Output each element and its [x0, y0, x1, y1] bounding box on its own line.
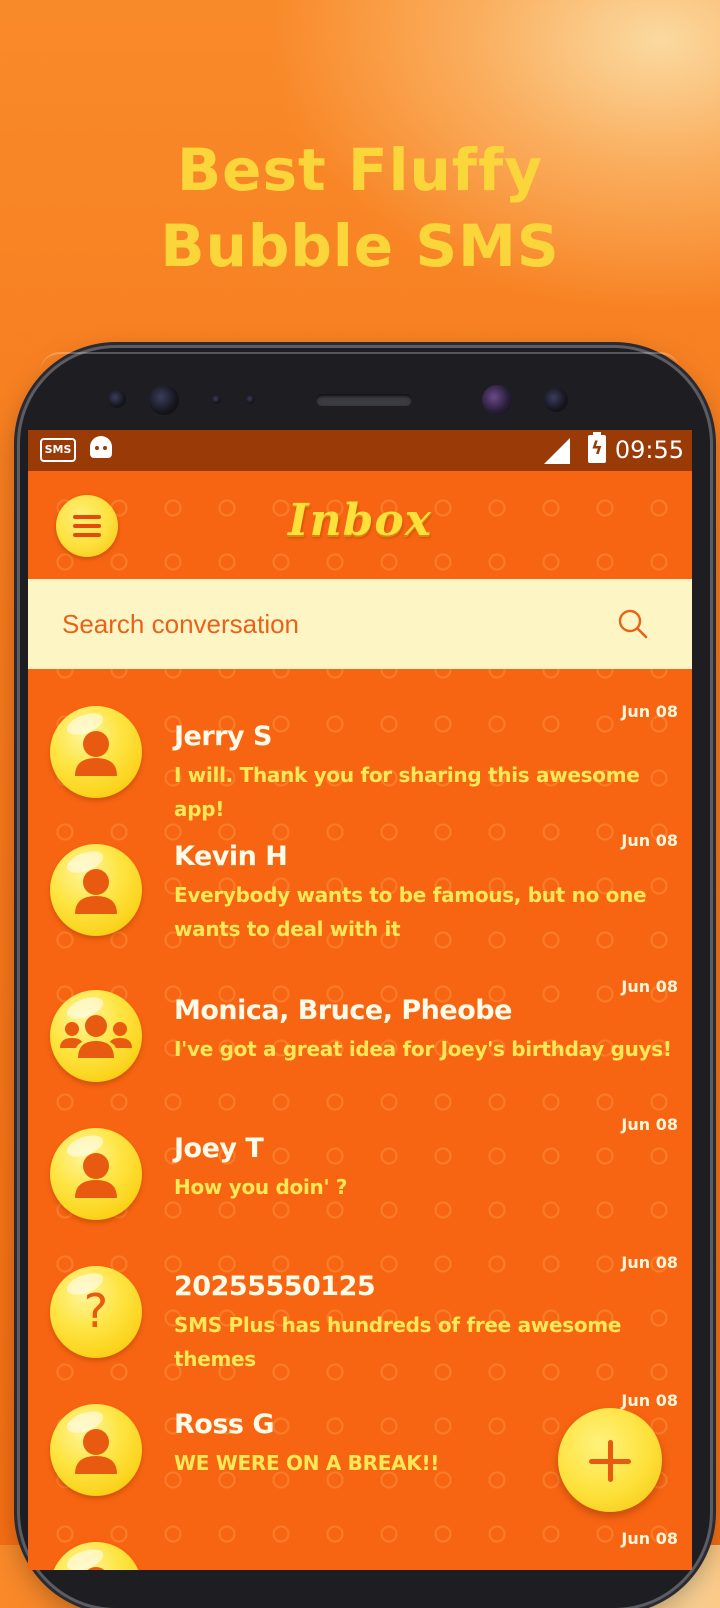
- earpiece-speaker: [316, 394, 412, 406]
- conversation-row[interactable]: Joey T How you doin' ? Jun 08: [28, 1091, 692, 1229]
- unknown-contact-icon: ?: [50, 1266, 142, 1358]
- contact-avatar-icon: [50, 1404, 142, 1496]
- search-icon[interactable]: [618, 609, 648, 639]
- conversation-row[interactable]: ? 20255550125 SMS Plus has hundreds of f…: [28, 1229, 692, 1371]
- front-camera: [149, 385, 179, 415]
- message-snippet: How you doin' ?: [174, 1175, 348, 1199]
- phone-screen: SMS ϟ 09:55 Inbox Jerry S I will. Thank …: [28, 430, 692, 1570]
- contact-name: Monica, Bruce, Pheobe: [174, 995, 512, 1026]
- promo-headline-line1: Best Fluffy: [176, 136, 544, 204]
- contact-avatar-icon: [50, 706, 142, 798]
- status-bar: SMS ϟ 09:55: [28, 430, 692, 471]
- group-avatar-icon: [50, 990, 142, 1082]
- contact-avatar-icon: [50, 1128, 142, 1220]
- sms-notification-icon: SMS: [40, 438, 76, 462]
- message-date: Jun 08: [621, 1253, 678, 1272]
- contact-name: Ross G: [174, 1409, 275, 1440]
- message-date: Jun 08: [621, 1115, 678, 1134]
- front-camera-left: [108, 390, 126, 408]
- plus-icon[interactable]: [558, 1408, 662, 1512]
- page-title: Inbox: [288, 495, 432, 546]
- contact-name: Jerry S: [174, 721, 272, 752]
- message-date: Jun 08: [621, 831, 678, 850]
- iris-scanner: [482, 385, 512, 415]
- message-snippet: SMS Plus has hundreds of free awesome th…: [174, 1313, 622, 1371]
- search-bar: [28, 579, 692, 669]
- sensor-dot: [212, 395, 221, 404]
- signal-icon: [544, 438, 570, 464]
- message-date: Jun 08: [621, 702, 678, 721]
- conversation-row[interactable]: Monica, Bruce, Pheobe I've got a great i…: [28, 953, 692, 1091]
- promo-headline-line2: Bubble SMS: [160, 212, 560, 280]
- message-snippet: Everybody wants to be famous, but no one…: [174, 883, 647, 941]
- message-date: Jun 08: [621, 977, 678, 996]
- status-time: 09:55: [614, 436, 684, 464]
- proximity-sensor: [544, 388, 568, 412]
- contact-name: Joey T: [174, 1133, 264, 1164]
- message-date: Jun 08: [621, 1529, 678, 1548]
- conversation-row[interactable]: Jun 08: [28, 1505, 692, 1570]
- message-date: Jun 08: [621, 1391, 678, 1410]
- battery-charging-icon: ϟ: [588, 432, 606, 463]
- contact-name: 20255550125: [174, 1271, 376, 1302]
- contact-avatar-icon: [50, 1542, 142, 1570]
- contact-avatar-icon: [50, 844, 142, 936]
- phone-bezel-highlight: [40, 352, 680, 372]
- message-snippet: I've got a great idea for Joey's birthda…: [174, 1037, 672, 1061]
- app-bar: Inbox: [28, 471, 692, 579]
- android-notification-icon: [90, 436, 112, 458]
- sensor-dot: [246, 395, 255, 404]
- contact-name: Kevin H: [174, 841, 288, 872]
- conversation-row[interactable]: Kevin H Everybody wants to be famous, bu…: [28, 803, 692, 953]
- conversation-row[interactable]: Jerry S I will. Thank you for sharing th…: [28, 669, 692, 821]
- search-input[interactable]: [62, 609, 582, 640]
